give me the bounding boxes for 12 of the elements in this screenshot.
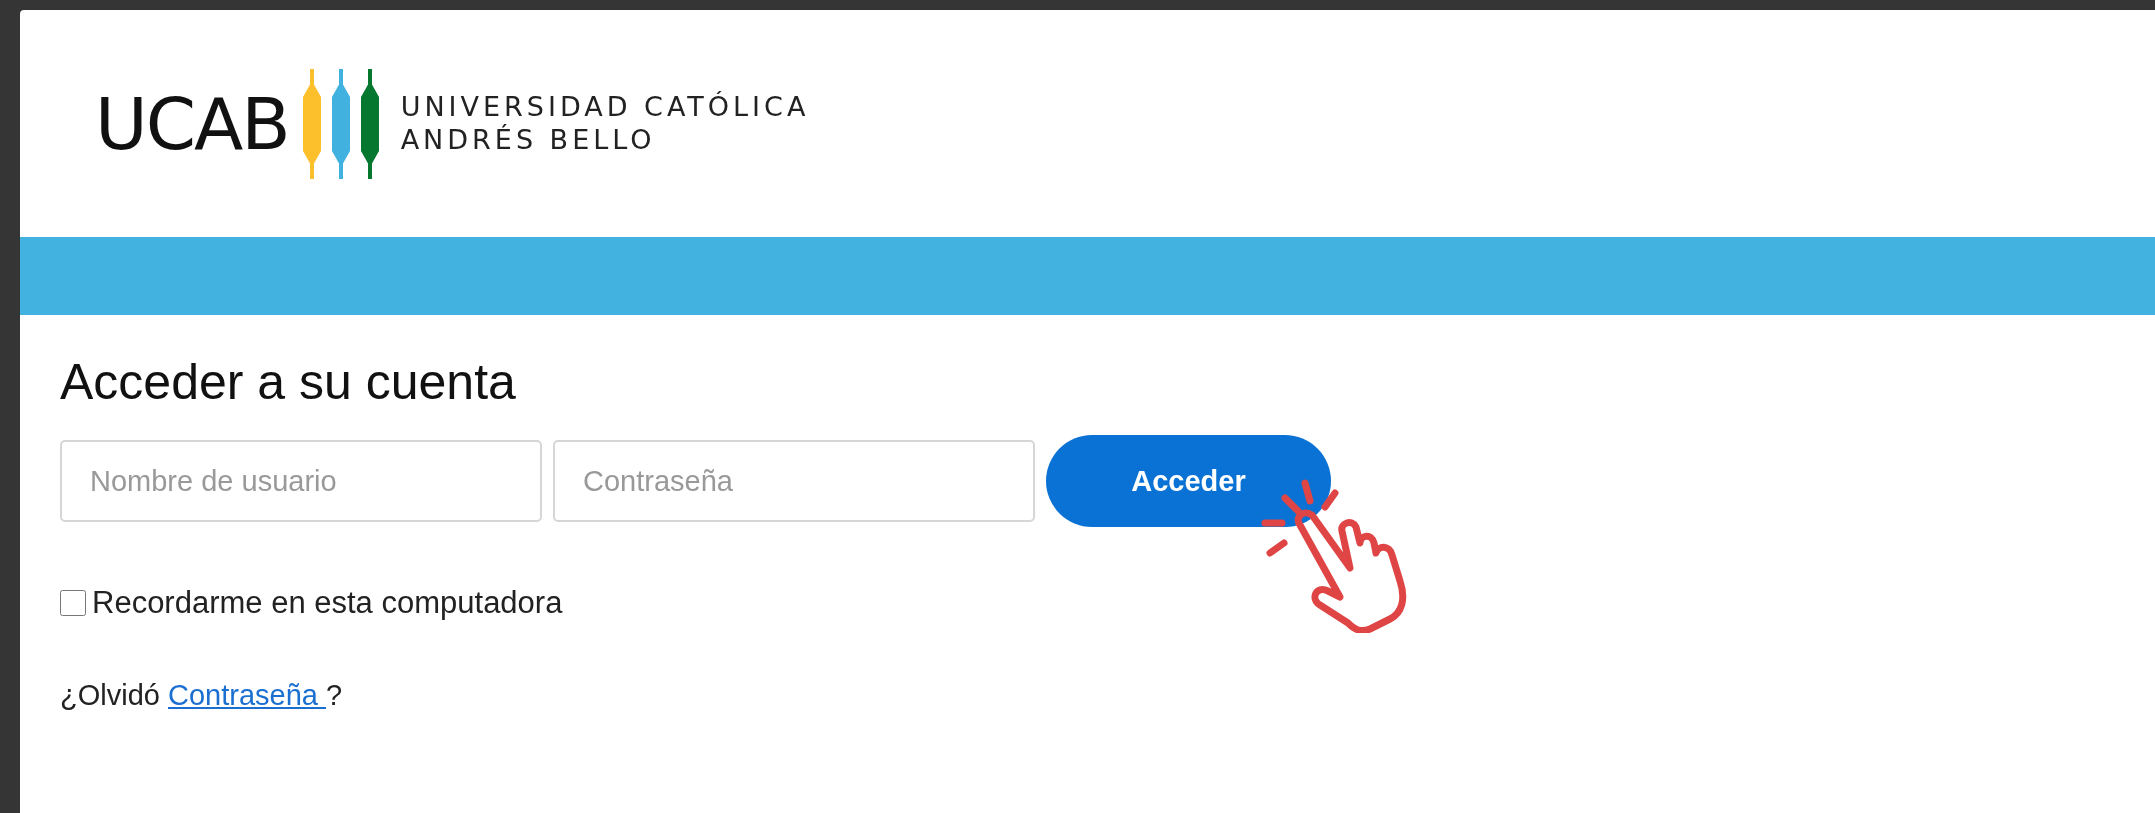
forgot-prefix: ¿Olvidó: [60, 679, 161, 711]
remember-checkbox[interactable]: [60, 590, 86, 616]
password-field[interactable]: Contraseña: [553, 440, 1035, 522]
page-heading: Acceder a su cuenta: [60, 353, 517, 411]
remember-label: Recordarme en esta computadora: [92, 585, 563, 621]
logo-name-line: ANDRÉS BELLO: [400, 123, 657, 156]
logo-name-line: UNIVERSIDAD CATÓLICA: [400, 91, 810, 124]
login-button[interactable]: Acceder: [1046, 435, 1331, 527]
forgot-suffix: ?: [326, 679, 343, 711]
forgot-password-link[interactable]: Contraseña: [168, 679, 326, 711]
logo-wordmark: UCAB: [95, 87, 289, 160]
username-field[interactable]: Nombre de usuario: [60, 440, 542, 522]
